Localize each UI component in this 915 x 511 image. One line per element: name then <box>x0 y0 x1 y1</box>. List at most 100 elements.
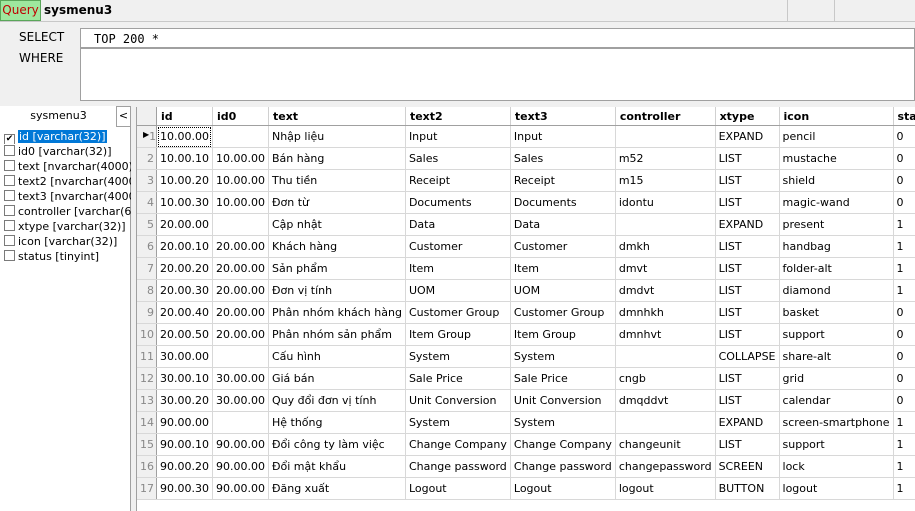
table-row[interactable]: 10 20.00.50 20.00.00 Phân nhóm sản phẩm Item… <box>137 323 915 346</box>
cell-text2[interactable]: UOM <box>405 279 511 302</box>
cell-xtype[interactable]: EXPAND <box>715 125 780 148</box>
cell-id[interactable]: 20.00.00 <box>156 213 213 236</box>
column-header-text2[interactable]: text2 <box>405 107 511 126</box>
cell-text2[interactable]: Input <box>405 125 511 148</box>
row-header[interactable]: 12 <box>137 367 157 390</box>
cell-text3[interactable]: Unit Conversion <box>510 389 616 412</box>
cell-xtype[interactable]: LIST <box>715 323 780 346</box>
cell-id0[interactable]: 10.00.00 <box>212 191 269 214</box>
cell-status[interactable]: 0 <box>893 323 915 346</box>
cell-icon[interactable]: handbag <box>779 235 894 258</box>
cell-icon[interactable]: basket <box>779 301 894 324</box>
column-option[interactable]: controller [varchar(64 <box>4 204 131 219</box>
cell-controller[interactable]: dmqddvt <box>615 389 716 412</box>
cell-icon[interactable]: screen-smartphone <box>779 411 894 434</box>
column-header-controller[interactable]: controller <box>615 107 716 126</box>
cell-id0[interactable] <box>212 345 269 368</box>
row-header[interactable]: 13 <box>137 389 157 412</box>
cell-id0[interactable]: 90.00.00 <box>212 477 269 500</box>
cell-status[interactable]: 1 <box>893 477 915 500</box>
cell-text3[interactable]: Documents <box>510 191 616 214</box>
cell-text3[interactable]: Sales <box>510 147 616 170</box>
cell-status[interactable]: 1 <box>893 257 915 280</box>
cell-xtype[interactable]: EXPAND <box>715 411 780 434</box>
cell-text2[interactable]: Item Group <box>405 323 511 346</box>
cell-controller[interactable] <box>615 411 716 434</box>
cell-status[interactable]: 1 <box>893 235 915 258</box>
cell-status[interactable]: 0 <box>893 301 915 324</box>
column-option[interactable]: text [nvarchar(4000)] <box>4 159 131 174</box>
row-header[interactable]: 2 <box>137 147 157 170</box>
cell-text2[interactable]: Sale Price <box>405 367 511 390</box>
cell-xtype[interactable]: LIST <box>715 191 780 214</box>
row-header[interactable]: 8 <box>137 279 157 302</box>
cell-status[interactable]: 1 <box>893 455 915 478</box>
cell-id[interactable]: 20.00.50 <box>156 323 213 346</box>
column-header-id0[interactable]: id0 <box>212 107 269 126</box>
cell-status[interactable]: 0 <box>893 191 915 214</box>
cell-id0[interactable]: 20.00.00 <box>212 235 269 258</box>
cell-icon[interactable]: grid <box>779 367 894 390</box>
table-row[interactable]: 9 20.00.40 20.00.00 Phân nhóm khách hàng Cus… <box>137 301 915 324</box>
table-row[interactable]: 17 90.00.30 90.00.00 Đăng xuất Logout Logout l… <box>137 477 915 500</box>
cell-text3[interactable]: System <box>510 345 616 368</box>
cell-text3[interactable]: UOM <box>510 279 616 302</box>
column-option[interactable]: text3 [nvarchar(4000)] <box>4 189 131 204</box>
cell-text2[interactable]: Sales <box>405 147 511 170</box>
row-header[interactable]: 14 <box>137 411 157 434</box>
cell-controller[interactable]: dmkh <box>615 235 716 258</box>
cell-controller[interactable]: m15 <box>615 169 716 192</box>
cell-id0[interactable]: 20.00.00 <box>212 279 269 302</box>
column-header-icon[interactable]: icon <box>779 107 894 126</box>
cell-icon[interactable]: calendar <box>779 389 894 412</box>
cell-id0[interactable]: 20.00.00 <box>212 323 269 346</box>
table-row[interactable]: 13 30.00.20 30.00.00 Quy đổi đơn vị tính Uni… <box>137 389 915 412</box>
cell-xtype[interactable]: LIST <box>715 367 780 390</box>
cell-icon[interactable]: pencil <box>779 125 894 148</box>
cell-text2[interactable]: Unit Conversion <box>405 389 511 412</box>
cell-text[interactable]: Đơn từ <box>268 191 406 214</box>
table-row[interactable]: 14 90.00.00 Hệ thống System System EXPAND scre… <box>137 411 915 434</box>
cell-id0[interactable]: 30.00.00 <box>212 389 269 412</box>
row-header[interactable]: 7 <box>137 257 157 280</box>
cell-controller[interactable]: logout <box>615 477 716 500</box>
row-header[interactable]: 9 <box>137 301 157 324</box>
cell-icon[interactable]: support <box>779 433 894 456</box>
column-header-status[interactable]: status <box>893 107 915 126</box>
table-row[interactable]: 4 10.00.30 10.00.00 Đơn từ Documents Document… <box>137 191 915 214</box>
cell-controller[interactable] <box>615 345 716 368</box>
cell-text2[interactable]: Change password <box>405 455 511 478</box>
cell-text[interactable]: Giá bán <box>268 367 406 390</box>
table-row[interactable]: 2 10.00.10 10.00.00 Bán hàng Sales Sales m52 LI… <box>137 147 915 170</box>
cell-id[interactable]: 90.00.30 <box>156 477 213 500</box>
cell-status[interactable]: 0 <box>893 367 915 390</box>
cell-text2[interactable]: Customer Group <box>405 301 511 324</box>
cell-controller[interactable]: m52 <box>615 147 716 170</box>
cell-xtype[interactable]: LIST <box>715 301 780 324</box>
cell-id0[interactable]: 20.00.00 <box>212 301 269 324</box>
cell-controller[interactable]: dmnhvt <box>615 323 716 346</box>
cell-text3[interactable]: Receipt <box>510 169 616 192</box>
query-button[interactable]: Query <box>0 0 41 21</box>
cell-status[interactable]: 0 <box>893 147 915 170</box>
column-option[interactable]: text2 [nvarchar(4000)] <box>4 174 131 189</box>
cell-icon[interactable]: present <box>779 213 894 236</box>
table-row[interactable]: 7 20.00.20 20.00.00 Sản phẩm Item Item dmvt LIS… <box>137 257 915 280</box>
cell-text3[interactable]: Logout <box>510 477 616 500</box>
collapse-panel-button[interactable]: < <box>116 106 131 127</box>
cell-controller[interactable]: cngb <box>615 367 716 390</box>
table-row[interactable]: 16 90.00.20 90.00.00 Đổi mật khẩu Change pas… <box>137 455 915 478</box>
cell-xtype[interactable]: LIST <box>715 169 780 192</box>
cell-text[interactable]: Đổi công ty làm việc <box>268 433 406 456</box>
cell-id[interactable]: 10.00.10 <box>156 147 213 170</box>
cell-id[interactable]: 90.00.10 <box>156 433 213 456</box>
table-row[interactable]: 5 20.00.00 Cập nhật Data Data EXPAND present 1 <box>137 213 915 236</box>
cell-text3[interactable]: Item Group <box>510 323 616 346</box>
table-row[interactable]: 11 30.00.00 Cấu hình System System COLLAPSE sh… <box>137 345 915 368</box>
row-header[interactable]: 3 <box>137 169 157 192</box>
cell-text[interactable]: Nhập liệu <box>268 125 406 148</box>
cell-text[interactable]: Đăng xuất <box>268 477 406 500</box>
cell-icon[interactable]: lock <box>779 455 894 478</box>
cell-id[interactable]: 10.00.30 <box>156 191 213 214</box>
cell-text[interactable]: Cấu hình <box>268 345 406 368</box>
